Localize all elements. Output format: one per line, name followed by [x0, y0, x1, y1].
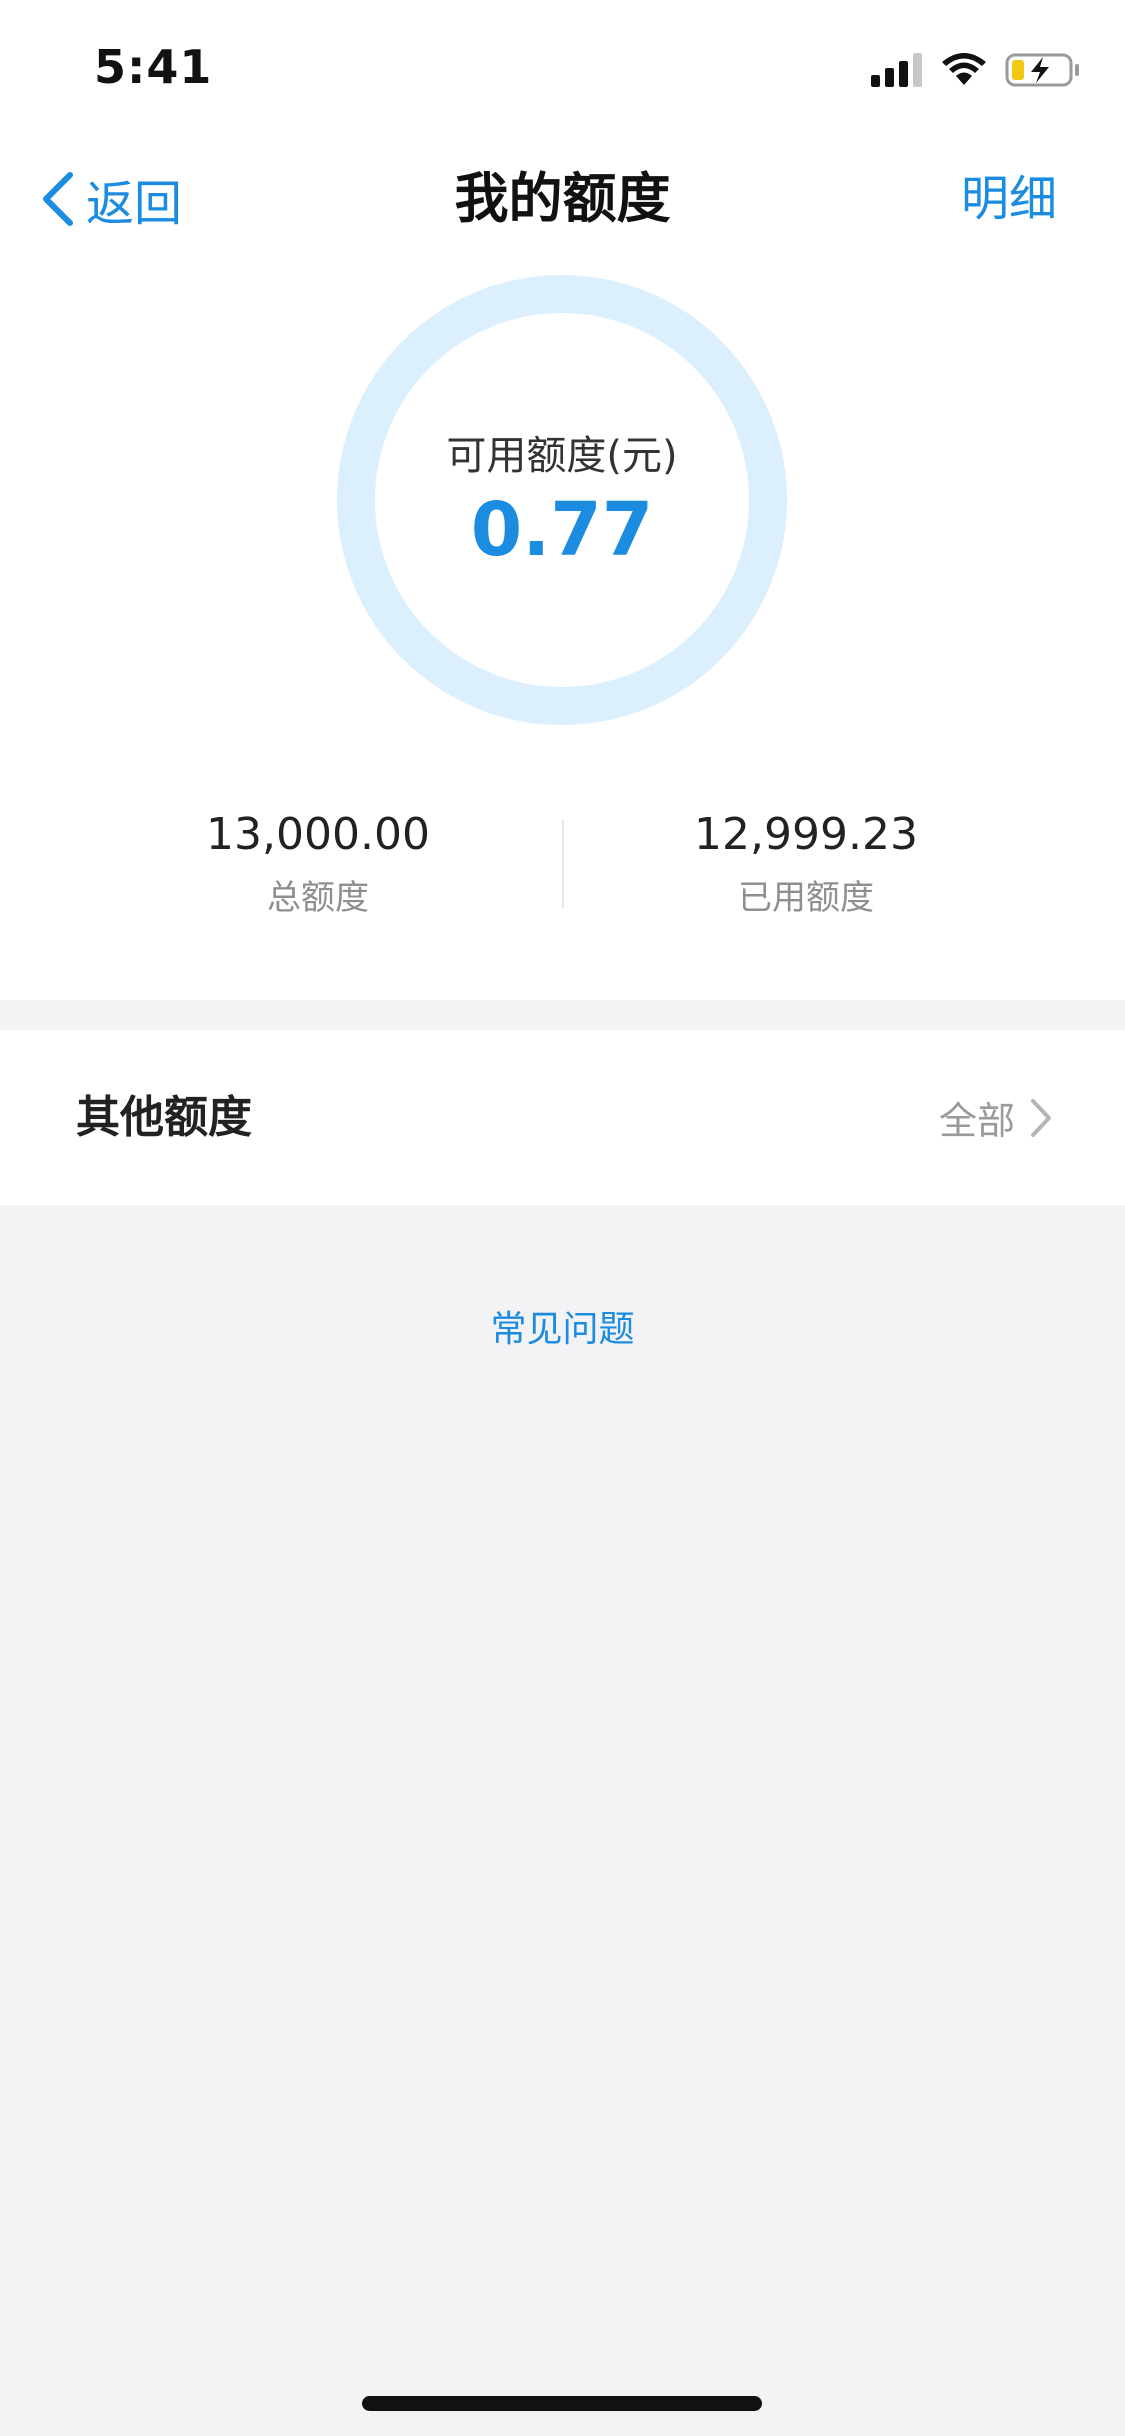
wifi-icon: [942, 53, 986, 85]
faq-link[interactable]: 常见问题: [0, 1300, 1125, 1352]
cellular-signal-icon: [871, 53, 922, 87]
used-quota-value: 12,999.23: [694, 809, 918, 860]
home-indicator[interactable]: [362, 2396, 762, 2411]
detail-link[interactable]: 明细: [961, 164, 1057, 234]
view-all-link[interactable]: 全部: [939, 1030, 1053, 1205]
navigation-bar: 返回 我的额度 明细: [0, 150, 1125, 250]
used-quota-label: 已用额度: [738, 878, 874, 918]
other-quota-title: 其他额度: [76, 1092, 252, 1143]
available-quota-value: 0.77: [470, 487, 654, 573]
status-icons: [871, 50, 1081, 90]
chevron-right-icon: [1031, 1098, 1051, 1137]
battery-charging-icon: [1005, 53, 1079, 87]
total-quota-label: 总额度: [267, 878, 369, 918]
total-quota: 13,000.00 总额度: [118, 800, 518, 926]
page-title: 我的额度: [454, 167, 671, 230]
available-quota-ring: 可用额度(元) 0.77: [337, 275, 787, 725]
available-quota-label: 可用额度(元): [446, 433, 678, 479]
view-all-label: 全部: [938, 1099, 1015, 1143]
other-quota-row[interactable]: 其他额度 全部: [0, 1030, 1125, 1205]
stats-divider: [562, 820, 564, 908]
used-quota: 12,999.23 已用额度: [606, 800, 1006, 926]
total-quota-value: 13,000.00: [206, 809, 430, 860]
quota-stats: 13,000.00 总额度 12,999.23 已用额度: [0, 800, 1125, 930]
status-bar: 5:41: [0, 0, 1125, 140]
status-time: 5:41: [94, 40, 213, 94]
